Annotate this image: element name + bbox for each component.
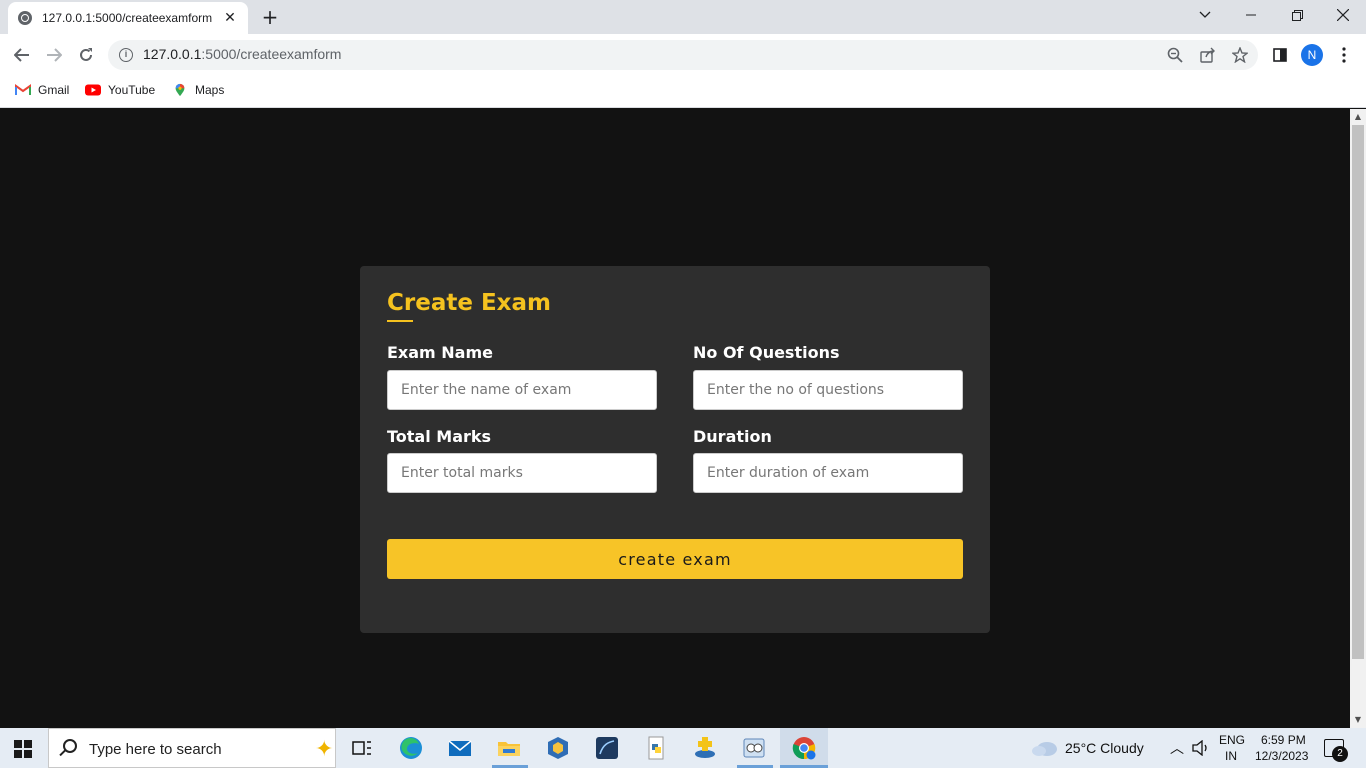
file-explorer-icon[interactable] — [495, 734, 523, 762]
weather-text[interactable]: 25°C Cloudy — [1065, 740, 1144, 756]
bookmark-youtube[interactable]: YouTube — [85, 83, 155, 97]
side-panel-icon — [1273, 48, 1287, 62]
notification-badge: 2 — [1332, 746, 1348, 762]
no-of-questions-input[interactable] — [693, 370, 963, 410]
tab-title: 127.0.0.1:5000/createexamform — [42, 11, 213, 25]
browser-tab[interactable]: 127.0.0.1:5000/createexamform ✕ — [8, 2, 248, 34]
bookmark-label: Maps — [195, 83, 225, 97]
python-file-icon[interactable] — [642, 734, 670, 762]
globe-icon — [18, 11, 32, 25]
forward-button[interactable] — [41, 42, 67, 68]
cloud-icon — [1032, 742, 1057, 756]
url-host: 127.0.0.1 — [143, 46, 202, 62]
database-tool-icon[interactable] — [691, 734, 719, 762]
sparkle-icon: ✦ — [315, 737, 334, 762]
back-arrow-icon — [14, 48, 29, 62]
duration-input[interactable] — [693, 453, 963, 493]
url-text[interactable]: 127.0.0.1:5000/createexamform — [143, 46, 341, 62]
bookmark-maps[interactable]: Maps — [172, 83, 224, 97]
reload-button[interactable] — [73, 42, 99, 68]
chrome-taskbar-active[interactable] — [780, 728, 828, 768]
clock-date[interactable]: 12/3/2023 — [1255, 749, 1308, 763]
restore-icon — [1291, 9, 1303, 21]
site-info-icon[interactable]: i — [119, 48, 133, 62]
volume-icon[interactable] — [1192, 739, 1210, 760]
create-exam-form: Create Exam Exam Name No Of Questions To… — [360, 266, 990, 633]
snipping-tool-icon[interactable] — [740, 734, 768, 762]
search-icon — [63, 739, 77, 753]
edge-browser-icon[interactable] — [397, 734, 425, 762]
zoom-icon[interactable] — [1165, 45, 1185, 65]
close-icon — [1337, 9, 1349, 21]
windows-start-icon[interactable] — [14, 740, 32, 758]
tab-strip: 127.0.0.1:5000/createexamform ✕ + — [0, 0, 1366, 34]
close-window-button[interactable] — [1320, 0, 1366, 30]
language-bottom[interactable]: IN — [1225, 749, 1237, 763]
duration-label: Duration — [693, 427, 772, 446]
browser-toolbar: i 127.0.0.1:5000/createexamform N — [0, 34, 1366, 76]
language-top[interactable]: ENG — [1219, 733, 1245, 747]
minimize-icon — [1246, 14, 1256, 16]
taskbar: Type here to search ✦ 25°C Cloudy ︿ ENG … — [0, 728, 1366, 768]
create-exam-button[interactable]: create exam — [387, 539, 963, 579]
bookmark-star-icon[interactable] — [1230, 45, 1250, 65]
bookmark-gmail[interactable]: Gmail — [15, 83, 69, 97]
scroll-up-arrow-icon[interactable]: ▲ — [1350, 109, 1366, 125]
bookmark-label: YouTube — [108, 83, 156, 97]
forward-arrow-icon — [47, 48, 62, 62]
kebab-menu-icon — [1342, 47, 1346, 63]
scroll-down-arrow-icon[interactable]: ▼ — [1350, 712, 1366, 728]
form-title: Create Exam — [387, 290, 551, 316]
total-marks-label: Total Marks — [387, 427, 492, 446]
back-button[interactable] — [9, 42, 35, 68]
share-icon[interactable] — [1198, 45, 1218, 65]
total-marks-input[interactable] — [387, 453, 657, 493]
taskbar-search[interactable]: Type here to search ✦ — [48, 728, 336, 768]
title-underline — [387, 320, 413, 322]
tab-close-button[interactable]: ✕ — [222, 10, 238, 26]
weather-widget[interactable] — [1031, 739, 1059, 761]
scroll-thumb[interactable] — [1352, 125, 1364, 659]
page-scrollbar[interactable]: ▲ ▼ — [1350, 109, 1366, 728]
tab-search-button[interactable] — [1182, 0, 1228, 30]
side-panel-button[interactable] — [1267, 42, 1293, 68]
exam-name-label: Exam Name — [387, 343, 493, 362]
restore-button[interactable] — [1274, 0, 1320, 30]
chevron-up-icon[interactable]: ︿ — [1170, 738, 1184, 758]
exam-name-input[interactable] — [387, 370, 657, 410]
reload-icon — [80, 48, 92, 61]
virtualbox-icon[interactable] — [544, 734, 572, 762]
youtube-icon — [85, 84, 101, 96]
bookmark-label: Gmail — [38, 83, 70, 97]
url-path: :5000/createexamform — [201, 46, 342, 62]
maps-icon — [175, 83, 185, 97]
page-viewport: Create Exam Exam Name No Of Questions To… — [0, 109, 1350, 728]
minimize-button[interactable] — [1228, 0, 1274, 30]
chevron-down-icon — [1199, 11, 1211, 18]
mail-icon[interactable] — [446, 734, 474, 762]
task-view-icon[interactable] — [348, 734, 376, 762]
menu-button[interactable] — [1331, 42, 1357, 68]
new-tab-button[interactable]: + — [258, 6, 282, 30]
profile-avatar[interactable]: N — [1301, 44, 1323, 66]
bookmarks-bar: Gmail YouTube Maps — [0, 76, 1366, 108]
clock-time[interactable]: 6:59 PM — [1261, 733, 1306, 747]
address-bar[interactable]: i 127.0.0.1:5000/createexamform — [108, 40, 1258, 70]
search-placeholder: Type here to search — [89, 741, 222, 758]
gmail-icon — [15, 84, 31, 95]
mysql-workbench-icon[interactable] — [593, 734, 621, 762]
no-of-questions-label: No Of Questions — [693, 343, 840, 362]
chrome-icon — [792, 737, 816, 760]
